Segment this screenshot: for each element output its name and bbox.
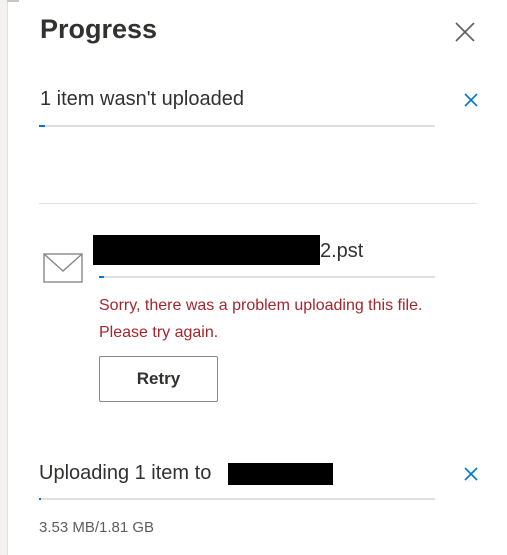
background-window-edge — [0, 0, 8, 555]
failed-progress-fill — [39, 125, 45, 127]
close-panel-button[interactable] — [451, 18, 479, 46]
file-progress-track — [99, 276, 435, 278]
section-divider — [39, 203, 477, 204]
upload-size-text: 3.53 MB/1.81 GB — [39, 519, 155, 536]
retry-button[interactable]: Retry — [99, 356, 218, 402]
panel-title: Progress — [40, 14, 158, 44]
failed-summary-text: 1 item wasn't uploaded — [40, 88, 244, 110]
background-window-strip — [7, 0, 19, 2]
dismiss-icon — [464, 467, 478, 481]
error-message-line1: Sorry, there was a problem uploading thi… — [99, 297, 423, 314]
dismiss-icon — [464, 93, 478, 107]
filename-suffix: 2.pst — [320, 240, 364, 262]
mail-icon — [43, 253, 85, 285]
redacted-destination — [228, 463, 333, 485]
upload-status-text: Uploading 1 item to — [39, 462, 212, 484]
file-progress-fill — [99, 276, 104, 278]
dismiss-failed-button[interactable] — [462, 91, 480, 109]
upload-progress-track — [39, 498, 435, 500]
failed-progress-track — [39, 125, 435, 127]
close-icon — [455, 22, 475, 42]
upload-progress-fill — [39, 498, 41, 500]
redacted-filename — [93, 235, 320, 265]
cancel-upload-button[interactable] — [462, 465, 480, 483]
error-message-line2: Please try again. — [99, 324, 219, 341]
